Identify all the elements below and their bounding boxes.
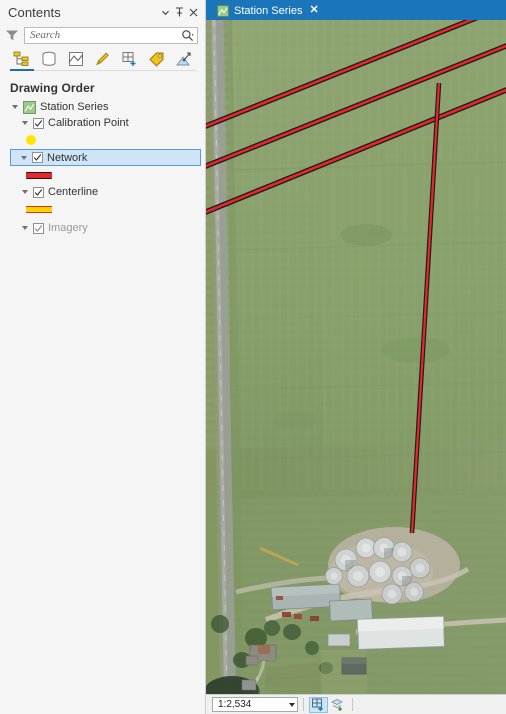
symbol-row-calibration-point xyxy=(0,131,205,149)
status-divider xyxy=(303,698,304,711)
active-tab-indicator xyxy=(10,69,34,71)
view-tab-strip: Station Series ✕ xyxy=(206,0,506,20)
tree-item-centerline[interactable]: Centerline xyxy=(0,184,205,200)
list-by-selection-icon[interactable] xyxy=(64,48,88,69)
pane-window-buttons xyxy=(161,7,201,17)
layer-visibility-checkbox[interactable] xyxy=(33,222,44,234)
close-icon[interactable]: ✕ xyxy=(307,5,318,16)
map-scale-value: 1:2,534 xyxy=(218,699,252,710)
map-imagery xyxy=(206,20,506,694)
expander-icon[interactable] xyxy=(20,224,29,233)
auto-hide-pin-icon[interactable] xyxy=(175,7,184,17)
tree-item-label: Station Series xyxy=(40,101,109,113)
expander-icon[interactable] xyxy=(20,119,29,128)
map-status-bar: 1:2,534 xyxy=(206,694,506,714)
list-by-data-source-icon[interactable] xyxy=(37,48,61,69)
filter-icon[interactable] xyxy=(4,28,20,42)
status-divider xyxy=(352,698,353,711)
expander-icon[interactable] xyxy=(20,188,29,197)
chevron-down-icon[interactable] xyxy=(289,702,295,707)
symbol-row-network xyxy=(0,166,205,184)
map-view-icon xyxy=(23,100,36,114)
layer-visibility-checkbox[interactable] xyxy=(33,186,44,198)
layer-visibility-checkbox[interactable] xyxy=(32,152,43,163)
expander-icon[interactable] xyxy=(19,153,28,162)
drawing-order-header: Drawing Order xyxy=(10,81,95,95)
search-icon[interactable] xyxy=(181,29,194,42)
list-by-labeling-icon[interactable] xyxy=(145,48,169,69)
list-by-editing-icon[interactable] xyxy=(91,48,115,69)
contents-toolbar xyxy=(0,46,205,74)
map-view-icon xyxy=(217,4,229,17)
tree-item-calibration-point[interactable]: Calibration Point xyxy=(0,115,205,131)
toolbar-divider xyxy=(10,70,197,71)
contents-pane: Contents Search Drawing Order Station Se… xyxy=(0,0,206,714)
list-by-snapping-icon[interactable] xyxy=(118,48,142,69)
yellow-red-line-symbol xyxy=(26,205,52,213)
list-by-drawing-order-icon[interactable] xyxy=(10,48,34,69)
tab-label: Station Series xyxy=(234,4,303,17)
symbol-row-centerline xyxy=(0,200,205,218)
map-scale-combobox[interactable]: 1:2,534 xyxy=(212,697,298,712)
red-black-line-symbol xyxy=(26,171,52,179)
page-title: Contents xyxy=(8,4,61,20)
tree-item-station-series[interactable]: Station Series xyxy=(0,99,205,115)
selected-features-button[interactable] xyxy=(309,696,328,713)
tree-item-label: Network xyxy=(47,151,88,164)
application-window: Contents Search Drawing Order Station Se… xyxy=(0,0,506,714)
yellow-dot-symbol xyxy=(26,135,36,145)
search-box[interactable] xyxy=(24,26,198,44)
close-icon[interactable] xyxy=(189,8,198,17)
layer-tree: Drawing Order Station Series Calibration… xyxy=(0,74,205,714)
tree-item-label: Imagery xyxy=(48,222,88,234)
expander-icon[interactable] xyxy=(10,103,19,112)
tree-item-label: Calibration Point xyxy=(48,117,129,129)
map-canvas[interactable]: 0 Route1 1227.81 xyxy=(206,20,506,694)
contents-search-row xyxy=(0,24,205,46)
list-by-charts-icon[interactable] xyxy=(172,48,196,69)
map-view-panel: Station Series ✕ 1:2,534 xyxy=(206,0,506,714)
layer-visibility-checkbox[interactable] xyxy=(33,117,44,129)
contents-pane-header: Contents xyxy=(0,0,205,24)
chevron-down-icon[interactable] xyxy=(161,8,170,17)
tree-item-imagery[interactable]: Imagery xyxy=(0,220,205,236)
search-input[interactable] xyxy=(30,29,181,41)
tab-station-series[interactable]: Station Series ✕ xyxy=(212,1,325,20)
layer-visibility-button[interactable] xyxy=(328,697,347,713)
tree-item-network[interactable]: Network xyxy=(10,149,201,166)
tree-item-label: Centerline xyxy=(48,186,99,198)
